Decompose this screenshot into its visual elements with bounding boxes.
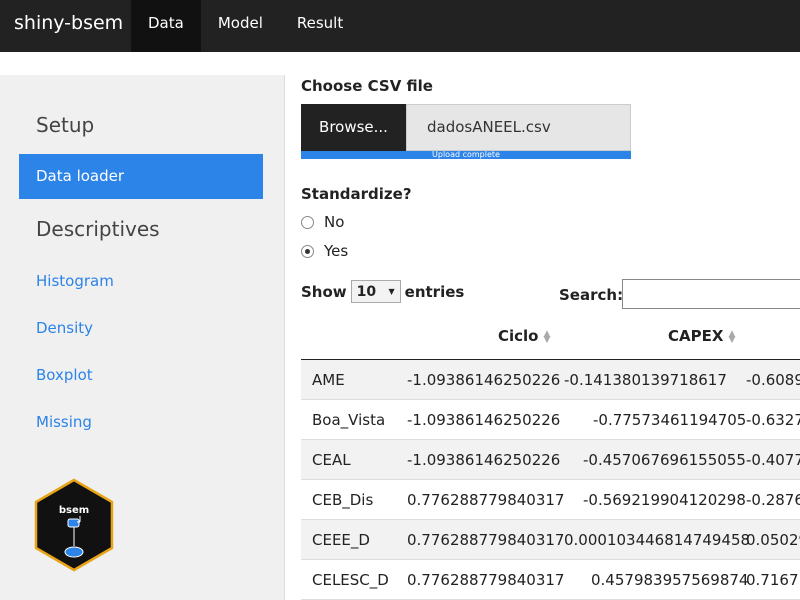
radio-no-label: No [324,213,345,231]
table-cell: 0.7167 [746,571,799,589]
table-cell: CELESC_D [312,571,389,589]
app-title[interactable]: shiny-bsem [0,0,131,52]
table-row[interactable]: CELESC_D 0.776288779840317 0.45798395756… [301,560,800,600]
show-label: Show [301,282,347,301]
radio-no[interactable] [301,215,314,229]
radio-yes[interactable] [301,244,314,258]
column-header-capex-label: CAPEX [668,327,724,345]
table-row[interactable]: CEB_Dis 0.776288779840317 -0.56921990412… [301,480,800,520]
chevron-down-icon: ▼ [388,287,395,296]
entries-label: entries [404,282,465,301]
table-cell: 0.776288779840317 [407,491,565,509]
sort-icon: ▲ ▼ [543,328,551,345]
table-cell: -1.09386146250226 [407,411,561,429]
table-cell: -1.09386146250226 [407,451,561,469]
sidebar-item-data-loader[interactable]: Data loader [19,154,263,199]
table-cell: 0.776288779840317 [407,571,565,589]
table-cell: -0.77573461194705 [593,411,747,429]
table-cell: -0.457067696155055 [583,451,746,469]
upload-progress-bar: Upload complete [301,151,631,159]
standardize-label: Standardize? [301,185,412,203]
table-header: Ciclo ▲ ▼ CAPEX ▲ ▼ [301,318,800,360]
table-cell: 0.000103446814749458 [564,531,751,549]
tab-data[interactable]: Data [131,0,201,52]
table-cell: 0.457983957569874 [591,571,749,589]
table-cell: CEEE_D [312,531,370,549]
table-cell: -0.6327 [746,411,800,429]
sidebar-item-boxplot[interactable]: Boxplot [36,366,93,384]
upload-progress: Upload complete [301,151,631,159]
file-input-label: Choose CSV file [301,77,433,95]
sidebar: Setup Data loader Descriptives Histogram… [0,75,285,600]
sort-icon: ▲ ▼ [728,328,736,345]
column-header-ciclo[interactable]: Ciclo ▲ ▼ [498,318,550,360]
table-cell: AME [312,371,345,389]
sidebar-item-missing[interactable]: Missing [36,413,92,431]
table-cell: -0.4077 [746,451,800,469]
sidebar-item-density[interactable]: Density [36,319,93,337]
table-cell: 0.776288779840317 [407,531,565,549]
radio-option-no[interactable]: No [301,213,344,231]
tab-model[interactable]: Model [201,0,280,52]
tab-result[interactable]: Result [280,0,360,52]
table-cell: CEB_Dis [312,491,374,509]
table-cell: CEAL [312,451,351,469]
table-cell: -0.6089 [746,371,800,389]
navbar: shiny-bsem Data Model Result [0,0,800,52]
column-header-capex[interactable]: CAPEX ▲ ▼ [668,318,735,360]
table-cell: Boa_Vista [312,411,386,429]
table-cell: -0.2876 [746,491,800,509]
table-cell: 0.05029 [746,531,800,549]
entries-select[interactable]: 10 ▼ [350,280,401,303]
filename-field[interactable]: dadosANEEL.csv [406,104,631,151]
radio-option-yes[interactable]: Yes [301,242,348,260]
table-row[interactable]: CEAL -1.09386146250226 -0.45706769615505… [301,440,800,480]
browse-button[interactable]: Browse... [301,104,406,151]
sidebar-item-histogram[interactable]: Histogram [36,272,114,290]
entries-select-value: 10 [356,283,377,300]
bsem-logo: bsem [34,478,114,572]
sidebar-header-setup: Setup [36,113,95,137]
search-input[interactable] [622,279,800,309]
column-header-ciclo-label: Ciclo [498,327,539,345]
entries-control: Show 10 ▼ entries [301,280,464,303]
table-row[interactable]: CEEE_D 0.776288779840317 0.0001034468147… [301,520,800,560]
table-cell: -1.09386146250226 [407,371,561,389]
table-cell: -0.569219904120298 [583,491,746,509]
table-cell: -0.141380139718617 [564,371,727,389]
table-row[interactable]: AME -1.09386146250226 -0.141380139718617… [301,360,800,400]
sidebar-header-descriptives: Descriptives [36,217,160,241]
table-row[interactable]: Boa_Vista -1.09386146250226 -0.775734611… [301,400,800,440]
radio-yes-label: Yes [324,242,349,260]
logo-text: bsem [59,505,89,516]
data-table: Ciclo ▲ ▼ CAPEX ▲ ▼ AME -1.09386146250226 -0… [301,318,800,600]
search-label: Search: [559,286,624,304]
